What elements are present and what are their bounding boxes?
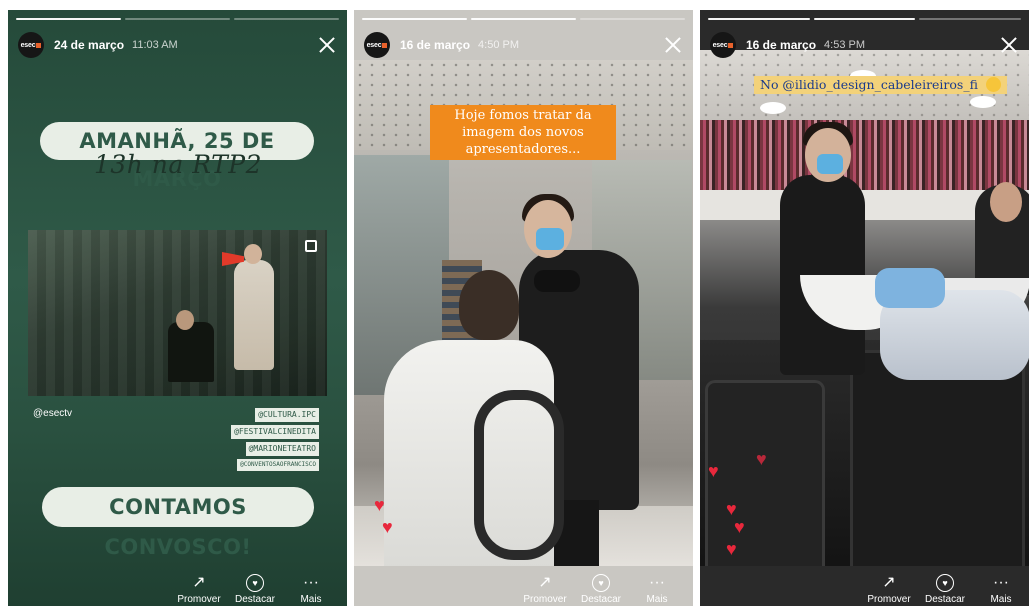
story-header: esec 16 de março 4:53 PM [710,32,1019,58]
more-button[interactable]: ··· Mais [973,566,1029,606]
mention-tag[interactable]: @CONVENTOSAOFRANCISCO [237,459,319,471]
heart-icon: ♥ [756,449,767,469]
salon-photo [700,50,1029,566]
handle-text: @esectv [33,408,73,419]
story-header: esec 16 de março 4:50 PM [364,32,683,58]
subline-text: 13h na RTP2 [93,150,263,179]
mention-tag[interactable]: @CULTURA.IPC [255,408,319,422]
story-header: esec 24 de março 11:03 AM [18,32,337,58]
close-icon[interactable] [663,35,683,55]
story-actions: ↗ Promover ♥ Destacar ··· Mais [700,566,1029,606]
more-button[interactable]: ··· Mais [629,566,685,606]
highlight-button[interactable]: ♥ Destacar [573,566,629,606]
story-date: 24 de março [54,38,125,52]
multi-post-icon [305,240,317,252]
story-date: 16 de março [746,38,817,52]
story-time: 4:50 PM [478,39,520,51]
story-progress [16,18,339,20]
story-progress [362,18,685,20]
heart-icon: ♥ [382,517,393,537]
video-still [28,230,327,396]
highlight-button[interactable]: ♥ Destacar [227,566,283,606]
mention-tags: @CULTURA.IPC @FESTIVALCINEDITA @MARIONET… [231,408,319,471]
avatar[interactable]: esec [364,32,390,58]
promote-button[interactable]: ↗ Promover [517,566,573,606]
story-time: 11:03 AM [132,39,178,51]
trend-up-icon: ↗ [192,574,206,591]
heart-circle-icon: ♥ [246,574,264,592]
heart-icon: ♥ [726,499,737,519]
heart-icon: ♥ [734,517,745,537]
promote-button[interactable]: ↗ Promover [861,566,917,606]
close-icon[interactable] [999,35,1019,55]
story-progress [708,18,1022,20]
heart-circle-icon: ♥ [936,574,954,592]
closing-pill: CONTAMOS CONVOSCO! [42,487,314,559]
promote-button[interactable]: ↗ Promover [171,566,227,606]
more-button[interactable]: ··· Mais [283,566,339,606]
avatar[interactable]: esec [710,32,736,58]
more-dots-icon: ··· [649,574,665,591]
smile-emoji-icon [985,77,1001,92]
heart-icon: ♥ [708,461,719,481]
story-actions: ↗ Promover ♥ Destacar ··· Mais [354,566,693,606]
trend-up-icon: ↗ [882,574,896,591]
heart-circle-icon: ♥ [592,574,610,592]
story-1[interactable]: esec 24 de março 11:03 AM AMANHÃ, 25 DE … [8,10,347,606]
story-time: 4:53 PM [824,39,866,51]
close-icon[interactable] [317,35,337,55]
story-caption: Hoje fomos tratar da imagem dos novos ap… [430,105,616,160]
story-2[interactable]: esec 16 de março 4:50 PM Hoje fomos trat… [354,10,693,606]
mention-tag[interactable]: @FESTIVALCINEDITA [231,425,319,439]
trend-up-icon: ↗ [538,574,552,591]
story-actions: ↗ Promover ♥ Destacar ··· Mais [8,566,347,606]
more-dots-icon: ··· [993,574,1009,591]
more-dots-icon: ··· [303,574,319,591]
highlight-button[interactable]: ♥ Destacar [917,566,973,606]
story-date: 16 de março [400,38,471,52]
mention-tag[interactable]: @MARIONETEATRO [245,442,319,456]
stories-archive: esec 24 de março 11:03 AM AMANHÃ, 25 DE … [0,0,1029,606]
heart-icon: ♥ [374,495,385,515]
story-3[interactable]: esec 16 de março 4:53 PM No @ilidio_desi… [700,10,1029,606]
avatar[interactable]: esec [18,32,44,58]
story-caption: No @ilidio_design_cabeleireiros_fi [754,76,1007,94]
heart-icon: ♥ [726,539,737,559]
